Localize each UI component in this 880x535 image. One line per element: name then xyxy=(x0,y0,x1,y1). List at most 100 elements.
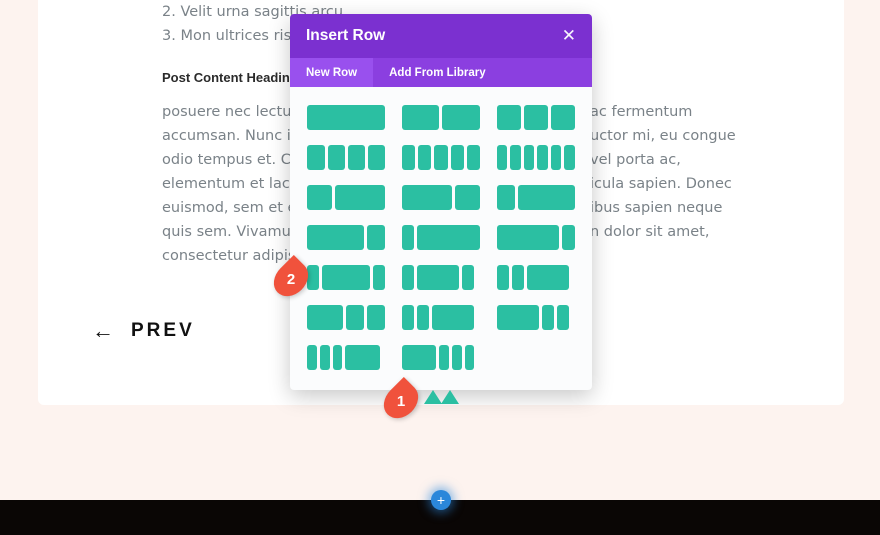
row-layout-column xyxy=(466,145,480,170)
row-layout-option[interactable] xyxy=(401,221,480,254)
row-layout-column xyxy=(307,145,325,170)
row-layout-column xyxy=(523,105,548,130)
tab-label: New Row xyxy=(306,66,358,79)
row-layout-option[interactable] xyxy=(401,261,480,294)
row-layout-column xyxy=(526,265,569,290)
paragraph-fragment-right: vel porta ac, xyxy=(590,152,681,168)
row-layout-option[interactable] xyxy=(496,301,575,334)
row-layout-column xyxy=(496,225,560,250)
row-layout-column xyxy=(401,105,440,130)
row-layout-column xyxy=(550,105,575,130)
row-layout-option[interactable] xyxy=(401,101,480,134)
teal-arrow-indicator-left xyxy=(424,390,442,404)
paragraph-fragment-right: uctor mi, eu congue xyxy=(590,128,736,144)
row-layout-option[interactable] xyxy=(496,101,575,134)
row-layout-column xyxy=(564,145,575,170)
row-layout-column xyxy=(416,305,429,330)
row-layout-column xyxy=(523,145,535,170)
row-layout-column xyxy=(556,305,569,330)
row-layout-column xyxy=(345,345,380,370)
insert-row-modal: Insert Row ✕ New Row Add From Library xyxy=(290,14,592,390)
row-layout-column xyxy=(307,105,386,130)
row-layout-option[interactable] xyxy=(401,141,480,174)
row-layout-column xyxy=(510,145,521,170)
row-layout-column xyxy=(496,305,539,330)
arrow-left-icon: ← xyxy=(92,318,117,343)
prev-post-link[interactable]: ← PREV xyxy=(92,320,195,342)
row-layout-column xyxy=(401,345,437,370)
plus-icon: + xyxy=(436,492,446,508)
row-layout-column xyxy=(401,185,452,210)
row-layout-column xyxy=(511,265,524,290)
row-layout-column xyxy=(327,145,345,170)
row-layout-option[interactable] xyxy=(401,181,480,214)
row-layout-column xyxy=(496,265,509,290)
row-layout-option[interactable] xyxy=(307,101,386,134)
row-layout-option[interactable] xyxy=(496,141,575,174)
teal-arrow-indicator-right xyxy=(441,390,459,404)
row-layout-column xyxy=(401,225,415,250)
row-layout-column xyxy=(439,345,450,370)
row-layout-option[interactable] xyxy=(496,181,575,214)
row-layout-column xyxy=(464,345,475,370)
row-layout-column xyxy=(307,345,317,370)
row-layout-column xyxy=(332,345,343,370)
annotation-marker-2-label: 2 xyxy=(286,270,296,288)
row-layout-option[interactable] xyxy=(307,141,386,174)
row-layout-column xyxy=(322,265,371,290)
row-layout-option[interactable] xyxy=(307,261,386,294)
modal-tab-bar: New Row Add From Library xyxy=(290,58,592,87)
paragraph-fragment-right: ibus sapien neque xyxy=(590,200,723,216)
row-layout-column xyxy=(518,185,575,210)
row-layout-option[interactable] xyxy=(307,301,386,334)
row-layout-column xyxy=(368,145,386,170)
row-layout-column xyxy=(366,225,386,250)
row-layout-column xyxy=(496,185,516,210)
row-layout-column xyxy=(452,345,462,370)
row-layout-grid xyxy=(290,87,592,374)
row-layout-column xyxy=(347,145,366,170)
paragraph-fragment-right: ac fermentum xyxy=(590,104,693,120)
row-layout-column xyxy=(307,185,333,210)
row-layout-option[interactable] xyxy=(307,181,386,214)
row-layout-option[interactable] xyxy=(307,221,386,254)
row-layout-column xyxy=(431,305,474,330)
row-layout-column xyxy=(442,105,480,130)
row-layout-column xyxy=(537,145,548,170)
modal-title: Insert Row xyxy=(306,27,386,44)
row-layout-column xyxy=(562,225,575,250)
row-layout-option[interactable] xyxy=(401,341,480,374)
row-layout-column xyxy=(434,145,448,170)
row-layout-column xyxy=(496,145,508,170)
row-layout-column xyxy=(418,145,432,170)
row-layout-column xyxy=(373,265,386,290)
row-layout-column xyxy=(307,225,364,250)
paragraph-fragment-right: n dolor sit amet, xyxy=(590,224,710,240)
row-layout-column xyxy=(550,145,562,170)
annotation-marker-1-label: 1 xyxy=(396,392,406,410)
row-layout-column xyxy=(450,145,464,170)
row-layout-column xyxy=(401,305,414,330)
row-layout-column xyxy=(367,305,386,330)
row-layout-column xyxy=(417,225,480,250)
row-layout-column xyxy=(416,265,459,290)
prev-post-label: PREV xyxy=(131,320,195,341)
tab-label: Add From Library xyxy=(389,66,486,79)
add-section-button[interactable]: + xyxy=(431,490,451,510)
row-layout-option[interactable] xyxy=(401,301,480,334)
tab-add-from-library[interactable]: Add From Library xyxy=(373,58,501,87)
modal-header: Insert Row ✕ xyxy=(290,14,592,58)
row-layout-column xyxy=(335,185,386,210)
row-layout-column xyxy=(496,105,521,130)
row-layout-option[interactable] xyxy=(307,341,385,374)
row-layout-column xyxy=(346,305,365,330)
row-layout-option[interactable] xyxy=(496,261,575,294)
row-layout-column xyxy=(541,305,554,330)
tab-new-row[interactable]: New Row xyxy=(290,58,374,87)
row-layout-column xyxy=(401,265,414,290)
paragraph-fragment-right: icula sapien. Donec xyxy=(590,176,732,192)
close-icon[interactable]: ✕ xyxy=(562,27,576,45)
row-layout-column xyxy=(401,145,416,170)
row-layout-option[interactable] xyxy=(496,221,575,254)
row-layout-column xyxy=(319,345,330,370)
